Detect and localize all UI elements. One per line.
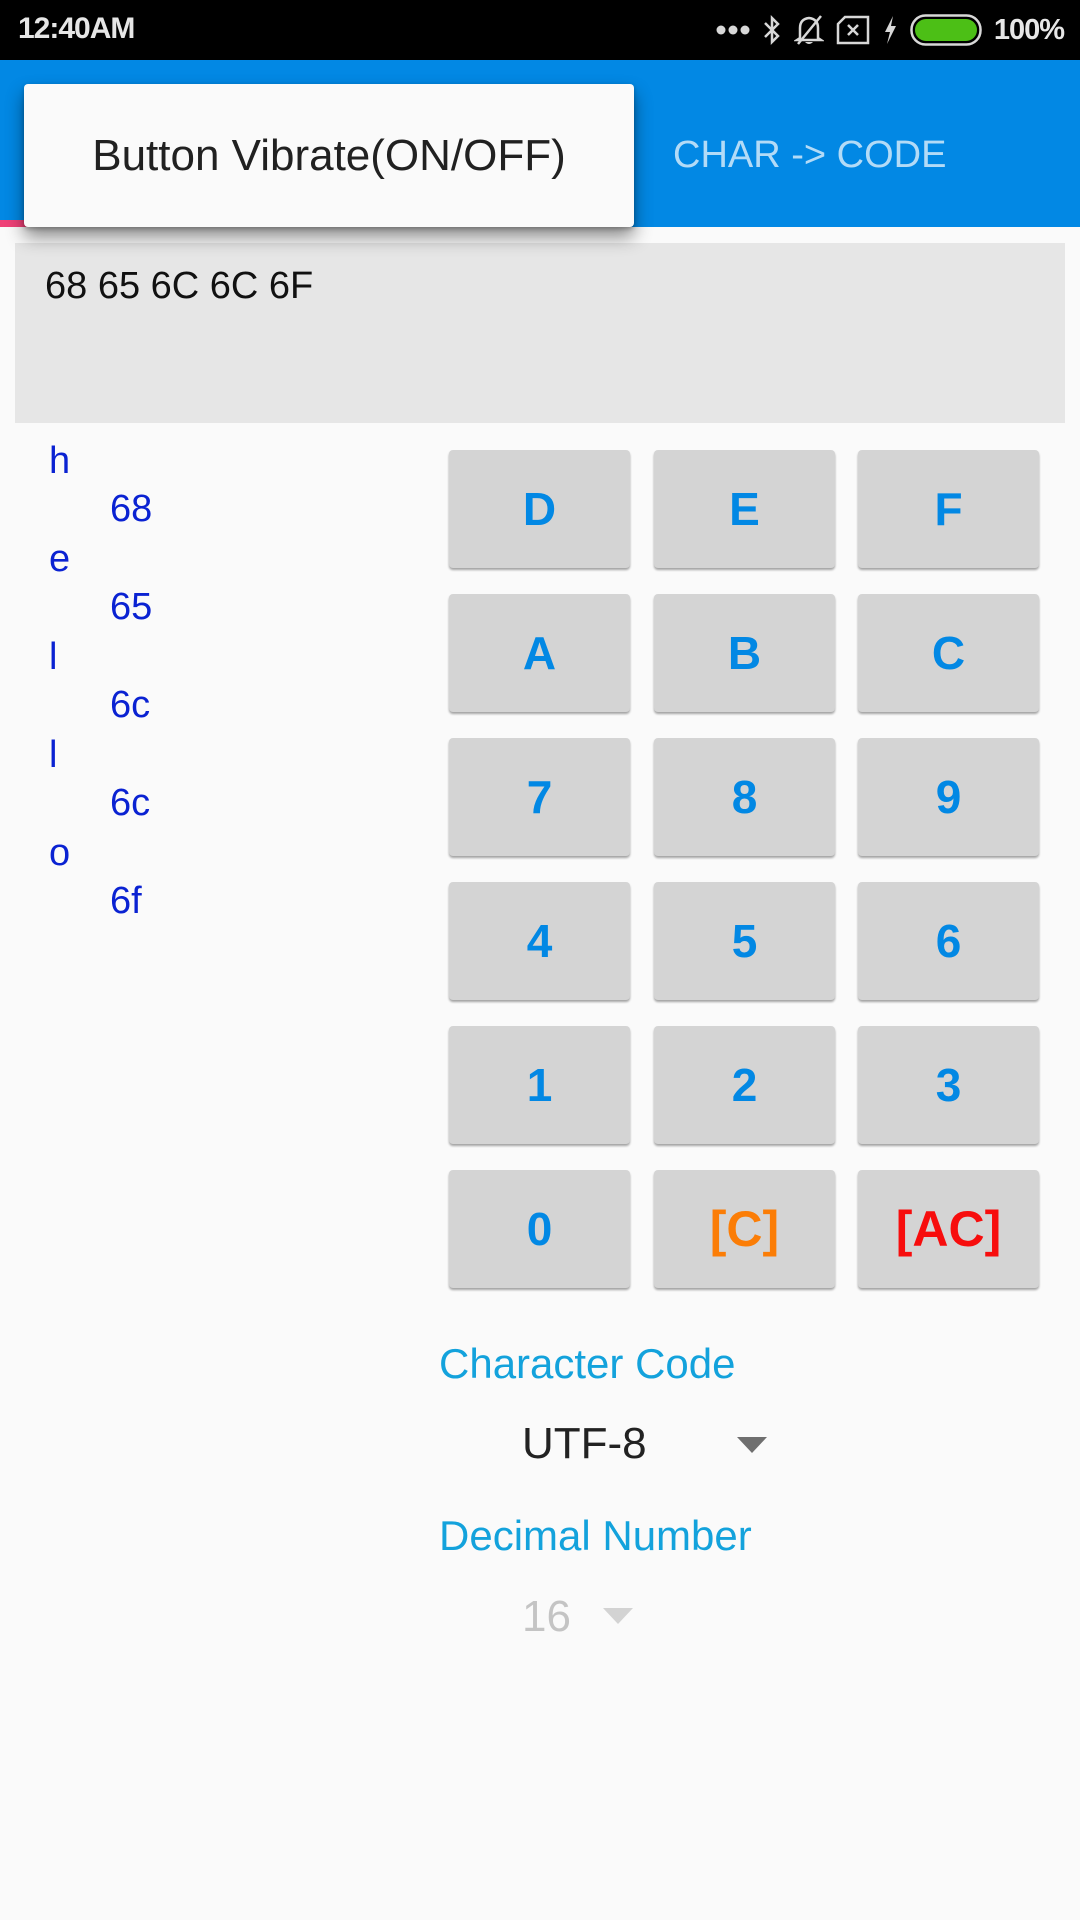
character-code-spinner[interactable]: UTF-8 (520, 1415, 780, 1475)
conversion-code: 6c (110, 782, 151, 824)
notifications-off-icon (793, 13, 824, 47)
status-time: 12:40AM (18, 12, 135, 45)
conversion-code: 65 (110, 586, 153, 628)
output-text: 68 65 6C 6C 6F (45, 265, 314, 307)
conversion-code: 6f (110, 880, 142, 922)
conversion-code: 68 (110, 488, 153, 530)
character-code-label: Character Code (439, 1340, 736, 1387)
dropdown-arrow-icon (603, 1608, 633, 1624)
dropdown-arrow-icon (737, 1437, 767, 1453)
clear-button[interactable]: [C] (654, 1170, 835, 1288)
battery-icon (910, 14, 982, 46)
no-sim-icon (836, 15, 870, 45)
key-8[interactable]: 8 (654, 738, 835, 856)
conversion-code: 6c (110, 684, 151, 726)
charging-icon (882, 15, 898, 45)
key-1[interactable]: 1 (449, 1026, 630, 1144)
all-clear-button[interactable]: [AC] (858, 1170, 1039, 1288)
key-0[interactable]: 0 (449, 1170, 630, 1288)
key-f[interactable]: F (858, 450, 1039, 568)
key-e[interactable]: E (654, 450, 835, 568)
key-3[interactable]: 3 (858, 1026, 1039, 1144)
conversion-char: l (49, 734, 58, 776)
status-icons: 100% (716, 10, 1065, 50)
bluetooth-icon (762, 14, 782, 46)
key-5[interactable]: 5 (654, 882, 835, 1000)
decimal-number-spinner[interactable]: 16 (520, 1588, 640, 1648)
key-c[interactable]: C (858, 594, 1039, 712)
key-9[interactable]: 9 (858, 738, 1039, 856)
tab-char-to-code[interactable]: CHAR -> CODE (673, 134, 946, 177)
key-a[interactable]: A (449, 594, 630, 712)
character-code-value: UTF-8 (522, 1419, 647, 1468)
more-dots-icon (716, 24, 750, 36)
menu-item-button-vibrate[interactable]: Button Vibrate(ON/OFF) (24, 84, 634, 227)
key-2[interactable]: 2 (654, 1026, 835, 1144)
output-box[interactable]: 68 65 6C 6C 6F (15, 243, 1065, 423)
key-6[interactable]: 6 (858, 882, 1039, 1000)
key-d[interactable]: D (449, 450, 630, 568)
battery-percent: 100% (993, 13, 1065, 46)
conversion-char: l (49, 636, 58, 678)
conversion-char: h (49, 440, 71, 482)
status-bar: 12:40AM 100% (0, 0, 1080, 60)
overflow-popup-menu: Button Vibrate(ON/OFF) (24, 84, 634, 227)
decimal-number-value: 16 (522, 1592, 571, 1641)
decimal-number-label: Decimal Number (439, 1512, 752, 1559)
key-4[interactable]: 4 (449, 882, 630, 1000)
conversion-char: o (49, 832, 71, 874)
key-7[interactable]: 7 (449, 738, 630, 856)
key-b[interactable]: B (654, 594, 835, 712)
conversion-char: e (49, 538, 71, 580)
